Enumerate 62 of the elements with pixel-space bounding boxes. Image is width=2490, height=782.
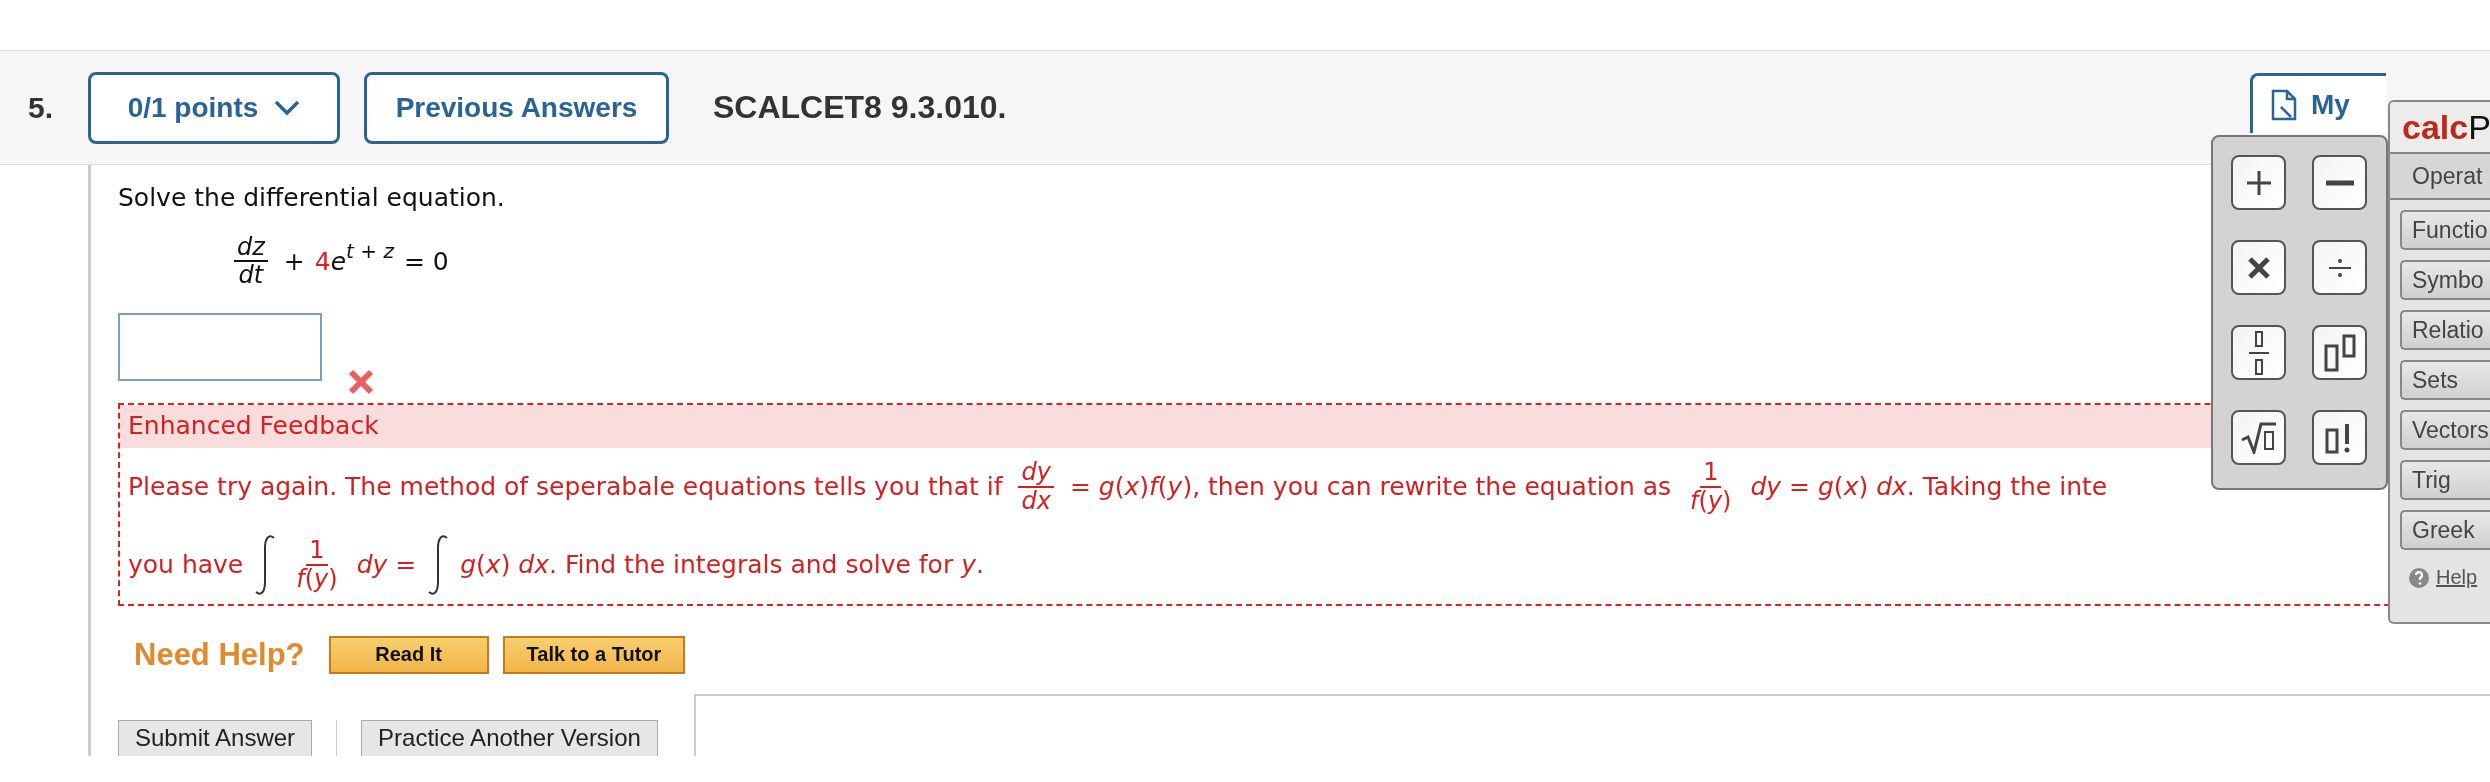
fraction-denominator: f(y) xyxy=(295,565,339,593)
minus-icon xyxy=(2325,179,2354,186)
exponential-base: e xyxy=(330,246,347,276)
palette-button[interactable] xyxy=(2312,325,2367,380)
question-number: 5. xyxy=(28,90,55,125)
feedback-text: dy = g(x) dx. Taking the inte xyxy=(1750,472,2108,502)
fraction-numerator: dz xyxy=(234,234,268,263)
notes-button[interactable]: My xyxy=(2250,73,2386,133)
brand-text: calc xyxy=(2402,107,2469,147)
brand-text: P xyxy=(2468,107,2490,147)
divide-icon xyxy=(2328,258,2351,277)
calcpad-tab[interactable]: Operat xyxy=(2390,152,2490,200)
calcpad-tab[interactable]: Symbo xyxy=(2400,260,2490,300)
chevron-down-icon xyxy=(274,99,301,116)
calcpad-tab[interactable]: Greek xyxy=(2400,510,2490,550)
feedback-text: dy = xyxy=(356,550,417,580)
calcpad-tab[interactable]: Functio xyxy=(2400,210,2490,250)
feedback-text: Please try again. The method of seperabale equations tells you that if xyxy=(128,472,1003,502)
palette-button[interactable] xyxy=(2312,410,2367,465)
palette-button[interactable] xyxy=(2231,325,2286,380)
previous-answers-button[interactable]: Previous Answers xyxy=(364,71,669,144)
times-icon xyxy=(2247,256,2270,279)
practice-button[interactable]: Practice Another Version xyxy=(361,719,658,756)
palette-button[interactable] xyxy=(2231,410,2286,465)
fraction-icon xyxy=(2247,330,2270,375)
need-help-label: Need Help? xyxy=(134,636,305,673)
equation-rhs: = 0 xyxy=(403,246,449,276)
cross-icon xyxy=(348,368,374,395)
square-root-icon xyxy=(2240,421,2277,454)
question-prompt: Solve the differential equation. xyxy=(118,183,506,212)
feedback-title: Enhanced Feedback xyxy=(128,410,379,440)
document-icon xyxy=(2271,88,2297,121)
fraction-numerator: 1 xyxy=(306,537,328,566)
plus-icon xyxy=(2245,169,2272,196)
coefficient: 4 xyxy=(314,246,331,276)
calcpad-tab[interactable]: Sets xyxy=(2400,360,2490,400)
help-button[interactable]: Read It xyxy=(328,635,489,674)
palette-button[interactable] xyxy=(2312,155,2367,210)
fraction-denominator: dt xyxy=(237,262,265,289)
calcpad-tab[interactable]: Trig xyxy=(2400,460,2490,500)
points-button[interactable]: 0/1 points xyxy=(88,71,340,144)
fraction-numerator: dy xyxy=(1018,459,1054,488)
calcpad-tab[interactable]: Relatio xyxy=(2400,310,2490,350)
palette-button[interactable] xyxy=(2231,155,2286,210)
power-icon xyxy=(2323,333,2356,372)
help-link[interactable]: Help xyxy=(2408,566,2490,589)
feedback-text: g(x) dx. Find the integrals and solve for y. xyxy=(460,550,984,580)
fraction-denominator: f(y) xyxy=(1689,487,1733,515)
question-code: SCALCET8 9.3.010. xyxy=(713,89,1007,126)
exponent: t + z xyxy=(346,238,394,263)
feedback-text: you have xyxy=(128,550,244,580)
fraction-numerator: 1 xyxy=(1700,459,1722,488)
plus-sign: + xyxy=(283,246,305,276)
answer-field[interactable] xyxy=(118,312,322,381)
palette-button[interactable] xyxy=(2312,240,2367,295)
submit-button[interactable]: Submit Answer xyxy=(118,719,313,756)
palette-button[interactable] xyxy=(2231,240,2286,295)
calcpad-tab[interactable]: Vectors xyxy=(2400,410,2490,450)
feedback-text: = g(x)f(y), then you can rewrite the equation as xyxy=(1069,472,1672,502)
help-icon xyxy=(2408,566,2430,589)
fraction-denominator: dx xyxy=(1020,487,1052,515)
help-button[interactable]: Talk to a Tutor xyxy=(502,635,686,674)
